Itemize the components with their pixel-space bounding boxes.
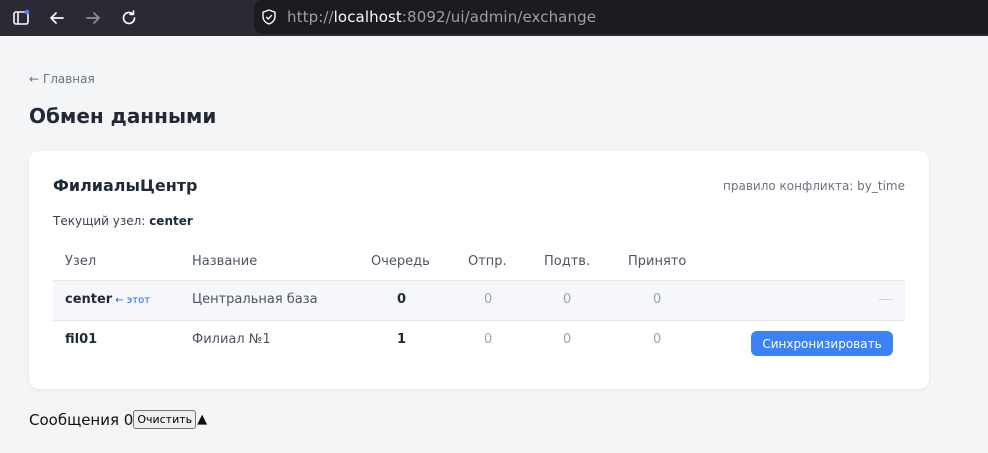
current-node-label: Текущий узел: [53, 214, 146, 228]
clear-messages-button[interactable]: Очистить [133, 410, 197, 429]
table-row: center ← этот Центральная база 0 0 0 0 [53, 281, 905, 321]
header-node: Узел [65, 254, 97, 269]
shield-icon[interactable] [260, 8, 278, 30]
node-name: Центральная база [192, 292, 318, 307]
current-node-info: Текущий узел: center [53, 214, 193, 228]
url-path: :8092/ui/admin/exchange [401, 8, 597, 26]
header-name: Название [192, 254, 258, 269]
url-host: localhost [333, 8, 402, 26]
table-header: Узел Название Очередь Отпр. Подтв. Приня… [53, 241, 905, 281]
sent-count: 0 [484, 332, 493, 347]
messages-panel: Сообщения 0 Очистить ▲ [29, 410, 207, 429]
url-scheme: http:// [287, 8, 334, 26]
sidebar-toggle-icon[interactable] [9, 6, 33, 30]
queue-count: 1 [397, 332, 407, 347]
header-received: Принято [628, 254, 687, 269]
node-name: Филиал №1 [192, 332, 271, 347]
header-queue: Очередь [371, 254, 430, 269]
node-id: fil01 [65, 332, 98, 347]
this-node-tag: ← этот [115, 295, 151, 306]
back-arrow-icon[interactable] [45, 6, 69, 30]
queue-count: 0 [397, 292, 407, 307]
collapse-toggle-icon[interactable]: ▲ [197, 412, 207, 427]
exchange-card: ФилиалыЦентр правило конфликта: by_time … [29, 151, 929, 389]
node-id-text: center [65, 292, 113, 307]
current-node-value: center [149, 214, 193, 228]
confirmed-count: 0 [563, 292, 572, 307]
messages-label: Сообщения 0 [29, 410, 134, 429]
nodes-table: Узел Название Очередь Отпр. Подтв. Приня… [53, 241, 905, 360]
reload-icon[interactable] [117, 6, 141, 30]
sync-button[interactable]: Синхронизировать [751, 331, 893, 356]
received-count: 0 [653, 292, 662, 307]
header-confirmed: Подтв. [544, 254, 591, 269]
sent-count: 0 [484, 292, 493, 307]
header-sent: Отпр. [468, 254, 507, 269]
url-text: http://localhost:8092/ui/admin/exchange [287, 8, 596, 26]
page-title: Обмен данными [29, 104, 217, 128]
node-id: center ← этот [65, 292, 150, 307]
exchange-plan-title: ФилиалыЦентр [53, 176, 198, 195]
table-row: fil01 Филиал №1 1 0 0 0 Синхронизировать [53, 321, 905, 360]
received-count: 0 [653, 332, 662, 347]
back-to-home-link[interactable]: ← Главная [29, 72, 95, 86]
confirmed-count: 0 [563, 332, 572, 347]
address-bar[interactable]: http://localhost:8092/ui/admin/exchange [254, 0, 988, 34]
conflict-rule: правило конфликта: by_time [723, 179, 905, 193]
no-action-dash [879, 299, 893, 300]
browser-toolbar: http://localhost:8092/ui/admin/exchange [0, 0, 988, 36]
forward-arrow-icon[interactable] [81, 6, 105, 30]
